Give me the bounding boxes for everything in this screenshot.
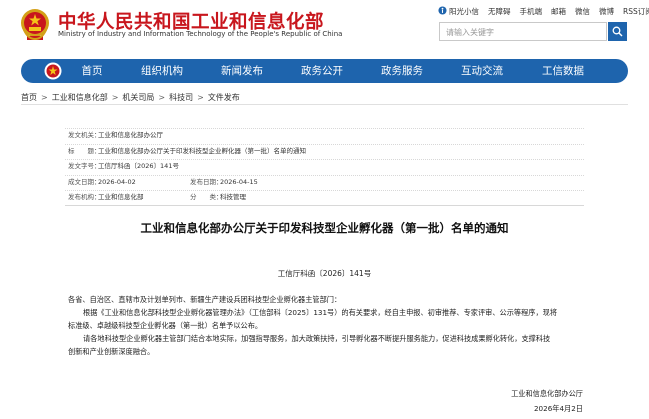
info-row-title: 标 题： 工业和信息化部办公厅关于印发科技型企业孵化器（第一批）名单的通知 [65, 144, 584, 157]
nav-services[interactable]: 政务服务 [372, 59, 432, 83]
issuer-label: 发文机关： [68, 131, 101, 139]
published-value: 2026-04-15 [220, 178, 258, 186]
paragraph-2-line-1: 请各地科技型企业孵化器主管部门结合本地实际，加强指导服务，加大政策扶持，引导孵化… [83, 334, 551, 343]
breadcrumb-documents[interactable]: 文件发布 [208, 93, 240, 102]
mobile-link[interactable]: 手机端 [520, 6, 543, 17]
breadcrumb-separator: > [158, 93, 166, 102]
info-row-dates: 成文日期： 2026-04-02 发布日期： 2026-04-15 [65, 175, 584, 188]
signature-date: 2026年4月2日 [533, 404, 583, 413]
breadcrumb-departments[interactable]: 机关司局 [122, 93, 154, 102]
title-label: 标 题： [68, 147, 101, 155]
title-value: 工业和信息化部办公厅关于印发科技型企业孵化器（第一批）名单的通知 [98, 147, 306, 155]
sunshine-link-label: 阳光小信 [449, 7, 479, 16]
breadcrumb-ministry[interactable]: 工业和信息化部 [52, 93, 108, 102]
home-logo-icon [44, 62, 62, 80]
breadcrumb: 首页 > 工业和信息化部 > 机关司局 > 科技司 > 文件发布 [21, 92, 240, 103]
nav-interaction[interactable]: 互动交流 [452, 59, 512, 83]
docno-value: 工信厅科函〔2026〕141号 [98, 162, 179, 170]
breadcrumb-divider [21, 104, 628, 105]
accessibility-icon [438, 6, 447, 15]
published-label: 发布日期： [190, 178, 223, 186]
search-input[interactable]: 请输入关键字 [439, 22, 607, 41]
created-label: 成文日期： [68, 178, 101, 186]
org-label: 发布机构： [68, 193, 101, 201]
barrier-free-link[interactable]: 无障碍 [488, 6, 511, 17]
created-value: 2026-04-02 [98, 178, 136, 186]
breadcrumb-separator: > [197, 93, 204, 102]
mailbox-link[interactable]: 邮箱 [551, 6, 566, 17]
nav-data[interactable]: 工信数据 [533, 59, 593, 83]
issuer-value: 工业和信息化部办公厅 [98, 131, 163, 139]
info-row-docno: 发文字号： 工信厅科函〔2026〕141号 [65, 159, 584, 172]
info-row-issuer: 发文机关： 工业和信息化部办公厅 [65, 128, 584, 141]
org-value: 工业和信息化部 [98, 193, 144, 201]
nav-home[interactable]: 首页 [66, 59, 118, 83]
signature-organization: 工业和信息化部办公厅 [511, 389, 583, 398]
info-row-org: 发布机构： 工业和信息化部 分 类： 科技管理 [65, 190, 584, 203]
site-subtitle: Ministry of Industry and Information Tec… [58, 30, 343, 38]
category-value: 科技管理 [220, 193, 246, 201]
article-salutation: 各省、自治区、直辖市及计划单列市、新疆生产建设兵团科技型企业孵化器主管部门： [68, 295, 342, 304]
paragraph-2-line-2: 创新和产业创新深度融合。 [68, 347, 155, 356]
article-title: 工业和信息化部办公厅关于印发科技型企业孵化器（第一批）名单的通知 [140, 221, 509, 235]
national-emblem-icon [21, 9, 49, 41]
site-header: 中华人民共和国工业和信息化部 Ministry of Industry and … [0, 0, 649, 56]
nav-government-affairs[interactable]: 政务公开 [292, 59, 352, 83]
top-links: 阳光小信 无障碍 手机端 邮箱 微信 微博 RSS订阅 [438, 6, 649, 17]
info-bottom-border [65, 205, 584, 206]
article-doc-number: 工信厅科函〔2026〕141号 [277, 269, 372, 278]
document-info-table: 发文机关： 工业和信息化部办公厅 标 题： 工业和信息化部办公厅关于印发科技型企… [65, 128, 584, 206]
breadcrumb-separator: > [111, 93, 119, 102]
breadcrumb-separator: > [41, 93, 48, 102]
search-button[interactable] [608, 22, 627, 41]
rss-link[interactable]: RSS订阅 [623, 6, 649, 17]
breadcrumb-science-dept[interactable]: 科技司 [169, 93, 193, 102]
accessibility-link[interactable]: 阳光小信 [438, 6, 479, 17]
wechat-link[interactable]: 微信 [575, 6, 590, 17]
breadcrumb-home[interactable]: 首页 [21, 93, 37, 102]
category-label: 分 类： [190, 193, 223, 201]
weibo-link[interactable]: 微博 [599, 6, 614, 17]
paragraph-1-line-1: 根据《工业和信息化部科技型企业孵化器管理办法》（工信部科〔2025〕131号）的… [83, 308, 558, 317]
nav-news[interactable]: 新闻发布 [212, 59, 272, 83]
paragraph-1-line-2: 标准级、卓越级科技型企业孵化器（第一批）名单予以公布。 [68, 321, 263, 330]
docno-label: 发文字号： [68, 162, 101, 170]
nav-organization[interactable]: 组织机构 [132, 59, 192, 83]
search-icon [612, 26, 623, 37]
